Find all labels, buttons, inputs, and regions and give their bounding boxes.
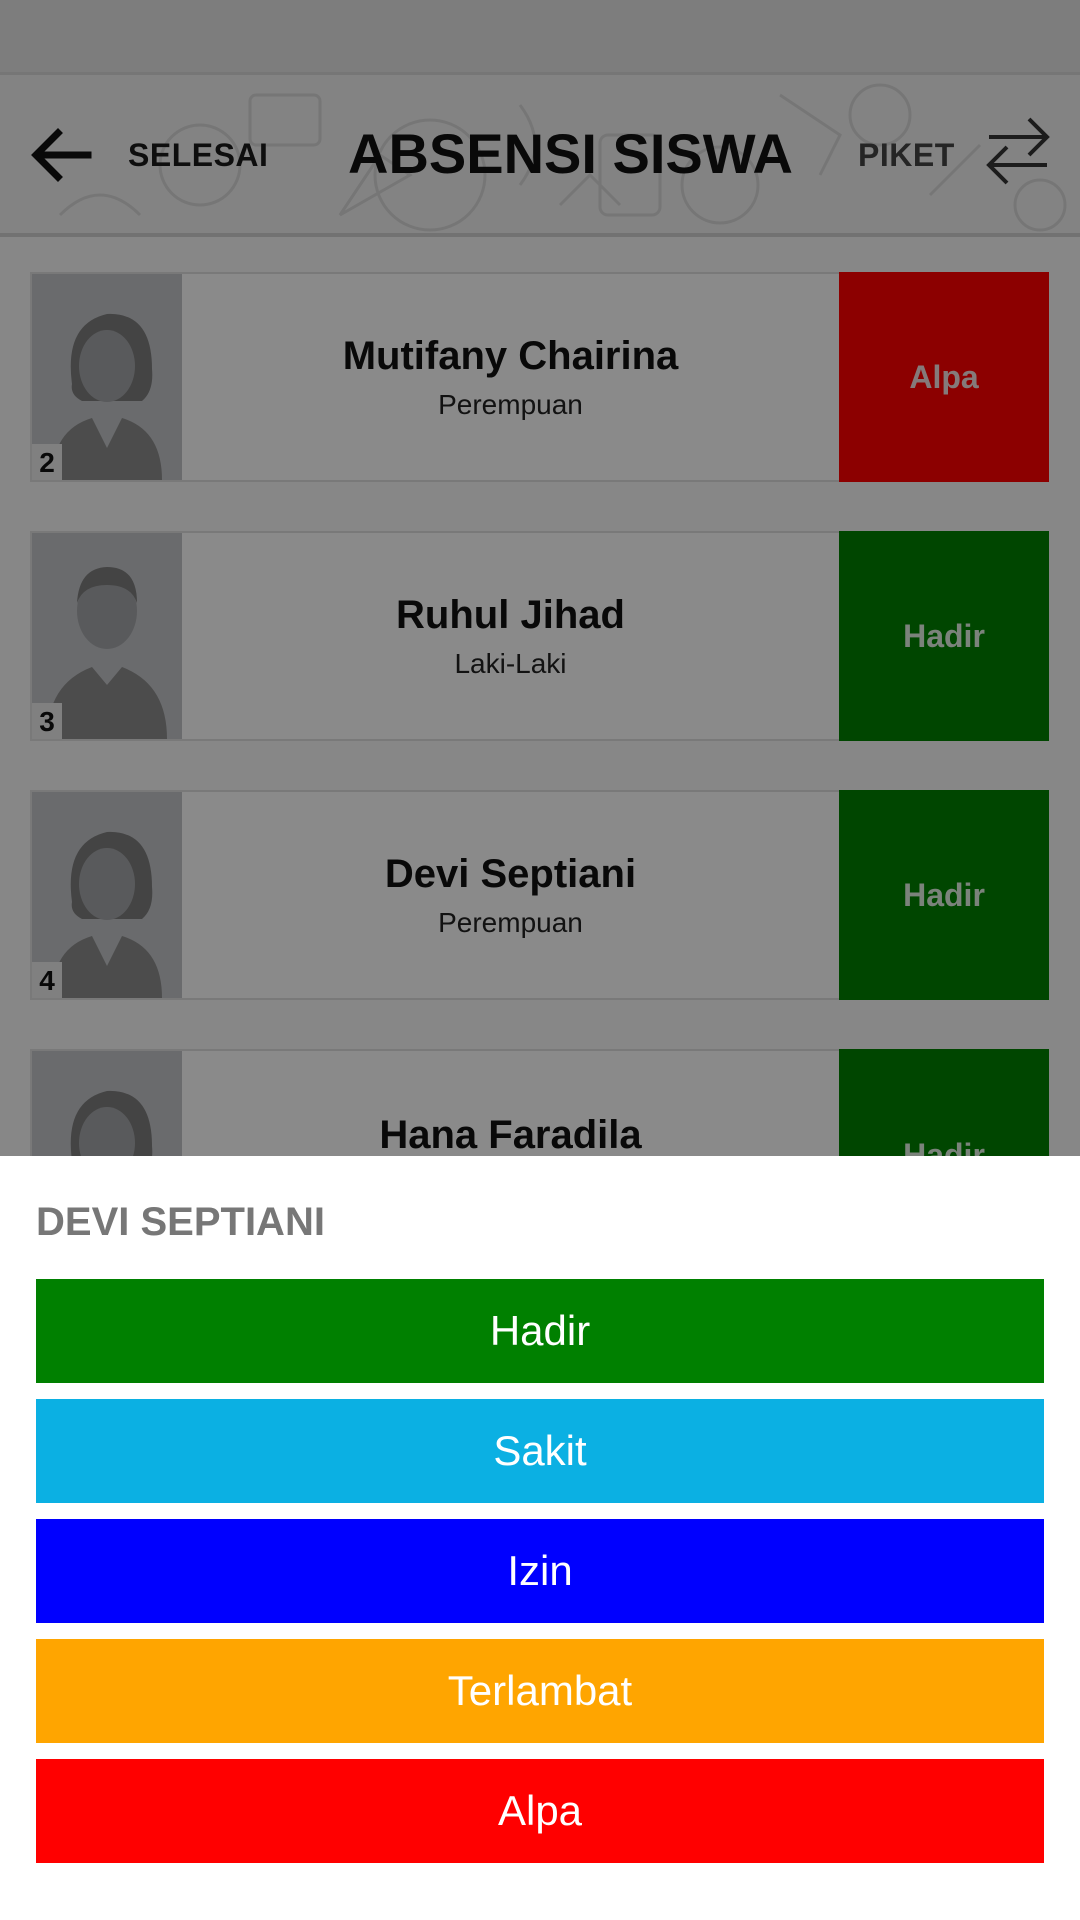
option-hadir-button[interactable]: Hadir — [36, 1279, 1044, 1383]
option-alpa-button[interactable]: Alpa — [36, 1759, 1044, 1863]
option-izin-button[interactable]: Izin — [36, 1519, 1044, 1623]
sheet-title: DEVI SEPTIANI — [36, 1200, 325, 1244]
modal-scrim[interactable] — [0, 0, 1080, 1156]
option-sakit-button[interactable]: Sakit — [36, 1399, 1044, 1503]
option-terlambat-button[interactable]: Terlambat — [36, 1639, 1044, 1743]
attendance-bottom-sheet: DEVI SEPTIANI Hadir Sakit Izin Terlambat… — [0, 1156, 1080, 1920]
